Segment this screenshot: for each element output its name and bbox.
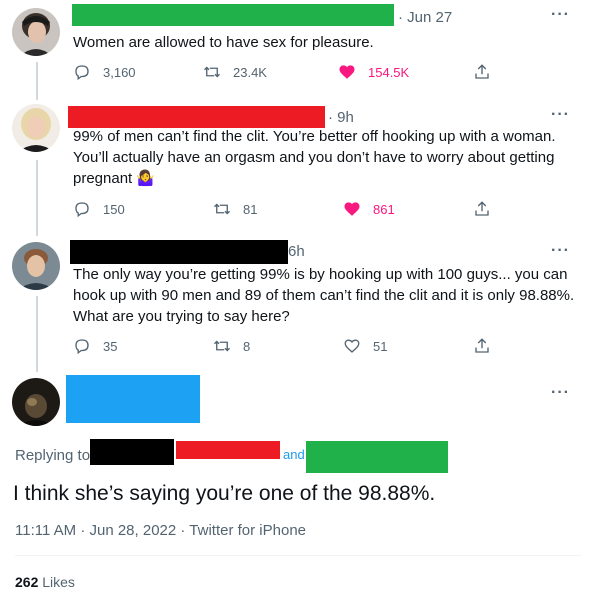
more-options-icon[interactable]: ··· — [551, 384, 570, 402]
redacted-username[interactable] — [70, 240, 288, 264]
retweet-count: 23.4K — [233, 64, 267, 80]
replying-to-label: Replying to — [15, 447, 91, 464]
heart-icon — [344, 339, 360, 353]
redacted-mention[interactable] — [90, 439, 174, 465]
redacted-username[interactable] — [66, 375, 200, 423]
retweet-button[interactable]: 81 — [213, 200, 257, 218]
like-count: 861 — [373, 201, 395, 217]
reply-icon — [75, 202, 89, 218]
likes-count: 262 — [15, 574, 39, 590]
tweet-date[interactable]: · Jun 27 — [398, 9, 452, 26]
heart-filled-icon — [344, 202, 360, 216]
retweet-button[interactable]: 8 — [213, 337, 250, 355]
retweet-icon — [214, 340, 230, 352]
reply-count: 35 — [103, 338, 118, 354]
reply-count: 150 — [103, 201, 125, 217]
like-button[interactable]: 154.5K — [338, 63, 409, 81]
tweet-date[interactable]: · 9h — [328, 109, 354, 126]
more-options-icon[interactable]: ··· — [551, 242, 570, 260]
avatar[interactable] — [12, 8, 60, 56]
more-options-icon[interactable]: ··· — [551, 106, 570, 124]
like-count: 154.5K — [368, 64, 410, 80]
tweet-date[interactable]: 6h — [288, 243, 305, 260]
avatar[interactable] — [12, 242, 60, 290]
thread-line — [36, 296, 38, 372]
tweet-actions: 35 8 51 — [73, 337, 503, 359]
reply-button[interactable]: 35 — [73, 337, 117, 355]
retweet-count: 81 — [243, 201, 258, 217]
redacted-mention[interactable] — [306, 441, 448, 473]
more-options-icon[interactable]: ··· — [551, 6, 570, 24]
retweet-icon — [204, 66, 220, 78]
and-label: and — [283, 447, 305, 462]
heart-filled-icon — [339, 65, 355, 79]
avatar[interactable] — [12, 104, 60, 152]
tweet-actions: 3,160 23.4K 154.5K — [73, 63, 503, 85]
like-button[interactable]: 861 — [343, 200, 395, 218]
share-button[interactable] — [473, 63, 503, 81]
likes-label: Likes — [42, 574, 75, 590]
like-button[interactable]: 51 — [343, 337, 387, 355]
reply-icon — [75, 339, 89, 355]
thread-line — [36, 62, 38, 100]
redacted-username[interactable] — [68, 106, 325, 128]
likes-stat[interactable]: 262 Likes — [15, 574, 75, 590]
divider — [15, 555, 581, 556]
thread-line — [36, 160, 38, 236]
tweet-text: Women are allowed to have sex for pleasu… — [73, 34, 374, 51]
retweet-count: 8 — [243, 338, 251, 354]
share-button[interactable] — [473, 337, 503, 355]
retweet-icon — [214, 203, 230, 215]
redacted-mention[interactable] — [176, 441, 280, 459]
tweet-text: The only way you’re getting 99% is by ho… — [73, 266, 575, 325]
reply-icon — [75, 65, 89, 81]
like-count: 51 — [373, 338, 388, 354]
main-tweet-text: I think she’s saying you’re one of the 9… — [13, 482, 436, 505]
redacted-username[interactable] — [72, 4, 394, 26]
avatar[interactable] — [12, 378, 60, 426]
tweet-timestamp[interactable]: 11:11 AM · Jun 28, 2022 · Twitter for iP… — [15, 522, 306, 539]
share-icon — [475, 201, 489, 216]
tweet-text: 99% of men can’t find the clit. You’re b… — [73, 128, 556, 187]
reply-count: 3,160 — [103, 64, 136, 80]
share-icon — [475, 338, 489, 353]
reply-button[interactable]: 150 — [73, 200, 125, 218]
share-icon — [475, 64, 489, 79]
reply-button[interactable]: 3,160 — [73, 63, 136, 81]
tweet-actions: 150 81 861 — [73, 200, 503, 222]
retweet-button[interactable]: 23.4K — [203, 63, 267, 81]
share-button[interactable] — [473, 200, 503, 218]
